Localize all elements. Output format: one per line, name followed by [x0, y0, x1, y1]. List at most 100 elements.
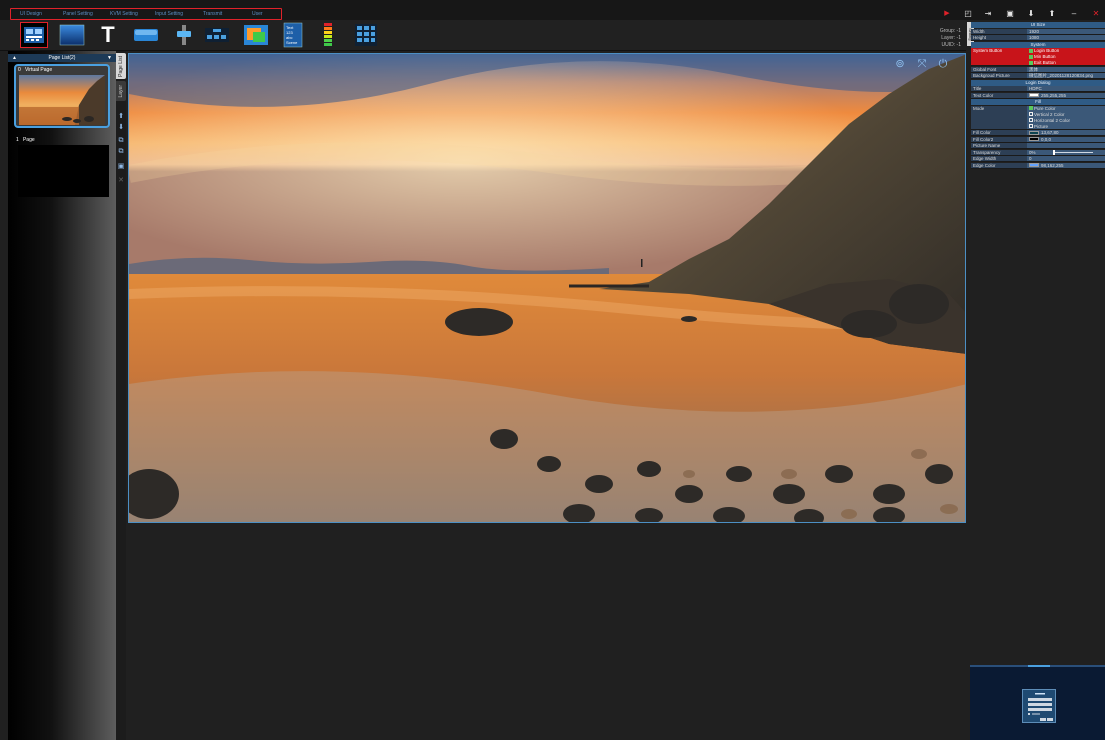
property-value[interactable]: 黑体: [1027, 66, 1105, 73]
power-icon[interactable]: ⏻: [936, 57, 950, 71]
checkbox-empty-icon[interactable]: [1029, 112, 1033, 116]
property-value[interactable]: 1920: [1027, 28, 1105, 35]
arrow-up-icon[interactable]: ▲: [12, 54, 17, 62]
property-row[interactable]: Title HDPC: [971, 86, 1105, 92]
fill-mode-option[interactable]: Picture: [1029, 124, 1105, 129]
menu-highlight-box: [10, 8, 282, 20]
property-key: Text Color: [971, 92, 1027, 99]
property-value[interactable]: 98,162,255: [1027, 162, 1105, 169]
menu-panel-setting[interactable]: Panel Setting: [63, 11, 93, 17]
checkbox-checked-icon[interactable]: [1029, 54, 1033, 59]
property-row[interactable]: Fill Color2 0,0,0: [971, 136, 1105, 143]
menu-kvm-setting[interactable]: KVM Setting: [110, 11, 138, 17]
checkbox-checked-icon[interactable]: [1029, 60, 1033, 65]
play-icon[interactable]: ▶: [941, 8, 953, 19]
window-icon[interactable]: ◰: [962, 8, 974, 19]
save-page-icon[interactable]: ▣: [117, 163, 125, 171]
property-value[interactable]: 0: [1027, 156, 1105, 162]
level-meter-icon[interactable]: [320, 22, 336, 48]
property-key: Height: [971, 35, 1027, 41]
color-value: 98,162,255: [1041, 162, 1064, 168]
page-item-page[interactable]: 1 Page: [16, 137, 35, 143]
checkbox-checked-icon[interactable]: [1029, 106, 1033, 110]
property-row[interactable]: Transparency 0%: [971, 149, 1105, 156]
move-down-icon[interactable]: ⬇: [117, 124, 125, 132]
export-icon[interactable]: ⇥: [982, 8, 994, 19]
property-value[interactable]: Login Button Min Button Exit Button: [1027, 48, 1105, 66]
property-key: Edge Width: [971, 156, 1027, 162]
property-value[interactable]: 255,255,255: [1027, 92, 1105, 99]
save-icon[interactable]: ▣: [1004, 8, 1016, 19]
property-value[interactable]: 0,0,0: [1027, 136, 1105, 143]
property-value[interactable]: 13,67,80: [1027, 130, 1105, 136]
checkbox-empty-icon[interactable]: [1029, 118, 1033, 122]
tab-page-list[interactable]: Page List: [116, 53, 126, 79]
property-row[interactable]: Global Font 黑体: [971, 66, 1105, 73]
checkbox-empty-icon[interactable]: [1029, 124, 1033, 128]
property-value[interactable]: 微信图片_20201128120834.png: [1027, 73, 1105, 79]
text-scene-label: Scene: [286, 40, 298, 45]
color-swatch[interactable]: [1029, 130, 1039, 135]
property-row[interactable]: Fill Color 13,67,80: [971, 130, 1105, 136]
page-item-virtual[interactable]: 0 Virtual Page: [14, 64, 110, 128]
menu-input-setting[interactable]: Input Setting: [155, 11, 183, 17]
text-icon[interactable]: T: [96, 22, 120, 48]
property-value[interactable]: Pure Color Vertical 2 Color Horizontal 2 C…: [1027, 105, 1105, 130]
counters: Group: -1 Layer: -1 UUID: -1: [940, 28, 961, 49]
fill-mode-label: Vertical 2 Color: [1034, 111, 1065, 117]
slider-icon[interactable]: [172, 22, 196, 48]
property-value[interactable]: HDPC: [1027, 86, 1105, 92]
property-value[interactable]: 0%: [1027, 149, 1105, 156]
text-scene-icon[interactable]: Text 123 abc Scene: [282, 22, 304, 48]
page-name: Virtual Page: [24, 67, 53, 73]
color-swatch[interactable]: [1029, 163, 1039, 167]
paste-icon[interactable]: ⧉: [117, 148, 125, 156]
system-button-label: Exit Button: [1034, 60, 1056, 65]
shrink-icon[interactable]: ⤧: [915, 57, 929, 71]
download-icon[interactable]: ⬇: [1025, 8, 1037, 19]
property-row[interactable]: Backgroud Picture 微信图片_20201128120834.png: [971, 73, 1105, 79]
property-row[interactable]: Mode Pure Color Vertical 2 Color Horizontal…: [971, 105, 1105, 130]
grid-icon[interactable]: [352, 22, 380, 48]
vertical-tab-strip: Page List Layer ⬆ ⬇ ⧉ ⧉ ▣ ✕: [116, 51, 126, 740]
fill-mode-label: Horizontal 2 Color: [1034, 117, 1071, 123]
checkbox-checked-icon[interactable]: [1029, 48, 1033, 53]
menu-user[interactable]: User: [252, 11, 263, 17]
transparency-slider[interactable]: [1053, 150, 1093, 155]
picture-icon[interactable]: [242, 22, 270, 48]
property-value[interactable]: [1027, 143, 1105, 149]
design-canvas[interactable]: ⊚ ⤧ ⏻: [128, 53, 966, 523]
preview-handle[interactable]: [1028, 665, 1050, 667]
color-swatch[interactable]: [1029, 137, 1039, 141]
property-row[interactable]: Edge Color 98,162,255: [971, 162, 1105, 169]
menu-transmit[interactable]: Transmit: [203, 11, 222, 17]
layout-icon[interactable]: [20, 22, 48, 48]
property-key: Edge Color: [971, 162, 1027, 169]
user-icon[interactable]: ⊚: [893, 57, 907, 71]
arrow-down-icon[interactable]: ▼: [107, 54, 112, 62]
property-key: Fill Color2: [971, 136, 1027, 143]
copy-icon[interactable]: ⧉: [117, 137, 125, 145]
delete-icon[interactable]: ✕: [117, 177, 125, 185]
minimize-icon[interactable]: –: [1068, 8, 1080, 19]
menu-ui-design[interactable]: UI Design: [20, 11, 42, 17]
property-row[interactable]: System Button Login Button Min Button Exit …: [971, 48, 1105, 66]
color-swatch[interactable]: [1029, 93, 1039, 97]
close-icon[interactable]: ✕: [1090, 8, 1102, 19]
property-row[interactable]: Picture Name: [971, 143, 1105, 149]
property-row[interactable]: Height 1080: [971, 35, 1105, 41]
property-row[interactable]: Edge Width 0: [971, 156, 1105, 162]
blue-panel-icon[interactable]: [58, 22, 86, 48]
system-button-option[interactable]: Exit Button: [1029, 60, 1105, 65]
property-value[interactable]: 1080: [1027, 35, 1105, 41]
button-icon[interactable]: [132, 22, 160, 48]
slider-handle[interactable]: [1053, 150, 1055, 155]
upload-icon[interactable]: ⬆: [1046, 8, 1058, 19]
tab-layer[interactable]: Layer: [116, 81, 126, 101]
property-row[interactable]: Text Color 255,255,255: [971, 92, 1105, 99]
keypad-icon[interactable]: [203, 22, 231, 48]
property-row[interactable]: Width 1920: [971, 28, 1105, 35]
page-list-title: Page List(2): [48, 55, 76, 61]
tab-page-list-label: Page List: [118, 55, 124, 77]
move-up-icon[interactable]: ⬆: [117, 113, 125, 121]
